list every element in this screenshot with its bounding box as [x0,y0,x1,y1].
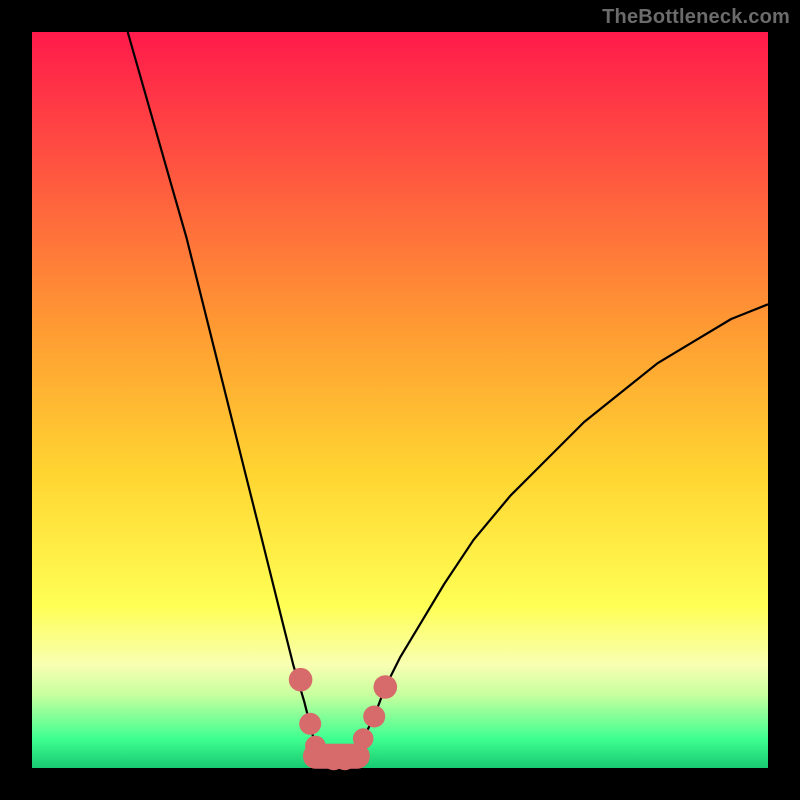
right-marker-b [363,706,385,728]
right-marker-a [353,728,374,749]
plot-area [32,32,768,768]
left-marker-b [299,713,321,735]
chart-frame: TheBottleneck.com [0,0,800,800]
right-marker-c [374,675,398,699]
watermark-label: TheBottleneck.com [602,6,790,29]
curve-layer [32,32,768,768]
series-left-branch [128,32,316,746]
left-marker-a [289,668,313,692]
series-right-branch [356,304,768,753]
